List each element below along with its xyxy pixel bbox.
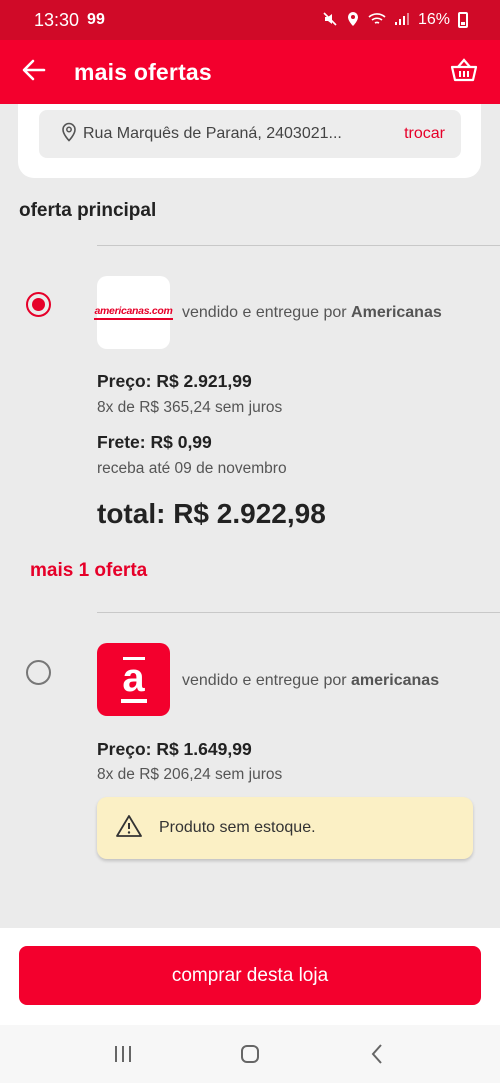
- status-bar: 13:30 99 16%: [0, 0, 500, 40]
- out-of-stock-alert: Produto sem estoque.: [97, 797, 473, 859]
- basket-icon[interactable]: [450, 57, 478, 88]
- offer-2-price: Preço: R$ 1.649,99: [97, 739, 252, 759]
- address-selector[interactable]: Rua Marquês de Paraná, 2403021... trocar: [39, 110, 461, 158]
- logo-letter: a: [122, 655, 145, 700]
- address-card: Rua Marquês de Paraná, 2403021... trocar: [18, 104, 481, 178]
- logo-wordmark: americanas.com: [94, 305, 173, 320]
- location-icon: [346, 11, 360, 30]
- system-nav-bar: [0, 1025, 500, 1083]
- page-title: mais ofertas: [74, 58, 212, 85]
- divider: [97, 245, 500, 246]
- nav-back-icon[interactable]: [357, 1034, 397, 1074]
- seller-prefix: vendido e entregue por: [182, 304, 347, 321]
- app-bar: mais ofertas: [0, 40, 500, 104]
- seller-name: Americanas: [351, 304, 442, 321]
- seller-prefix: vendido e entregue por: [182, 672, 347, 689]
- offer-1-shipping: Frete: R$ 0,99: [97, 432, 212, 452]
- logo-underline: [120, 698, 147, 703]
- back-arrow-icon[interactable]: [22, 58, 52, 86]
- americanas-com-logo: americanas.com: [94, 276, 173, 349]
- offer-1-radio[interactable]: [26, 292, 51, 317]
- divider: [97, 612, 500, 613]
- wifi-icon: [368, 12, 386, 29]
- location-pin-icon: [61, 122, 77, 147]
- offer-1-seller: vendido e entregue por Americanas: [182, 304, 442, 322]
- notification-count: 99: [87, 11, 105, 28]
- offer-1-delivery: receba até 09 de novembro: [97, 460, 287, 477]
- recent-apps-icon[interactable]: [103, 1034, 143, 1074]
- americanas-app-logo: a: [97, 643, 170, 716]
- offer-1-installments: 8x de R$ 365,24 sem juros: [97, 399, 283, 416]
- offer-1-total: total: R$ 2.922,98: [97, 498, 326, 529]
- battery-percent: 16%: [417, 11, 450, 28]
- address-text: Rua Marquês de Paraná, 2403021...: [83, 125, 342, 142]
- offer-1-price: Preço: R$ 2.921,99: [97, 371, 252, 391]
- change-address-link[interactable]: trocar: [404, 125, 445, 143]
- offer-2-seller: vendido e entregue por americanas: [182, 672, 439, 690]
- home-icon[interactable]: [230, 1034, 270, 1074]
- status-time: 13:30: [34, 9, 80, 30]
- more-offers-link[interactable]: mais 1 oferta: [30, 560, 147, 582]
- warning-text: Produto sem estoque.: [159, 819, 316, 836]
- offer-2-radio[interactable]: [26, 660, 51, 685]
- section-title: oferta principal: [19, 200, 157, 221]
- offer-2-installments: 8x de R$ 206,24 sem juros: [97, 766, 283, 783]
- warning-icon: [115, 814, 143, 843]
- battery-icon: [458, 12, 468, 28]
- mute-icon: [322, 11, 338, 30]
- buy-from-store-button[interactable]: comprar desta loja: [19, 946, 481, 1005]
- status-icons: 16%: [322, 11, 468, 30]
- seller-name: americanas: [351, 672, 440, 689]
- signal-icon: [394, 12, 410, 29]
- bottom-action-area: comprar desta loja: [0, 928, 500, 1025]
